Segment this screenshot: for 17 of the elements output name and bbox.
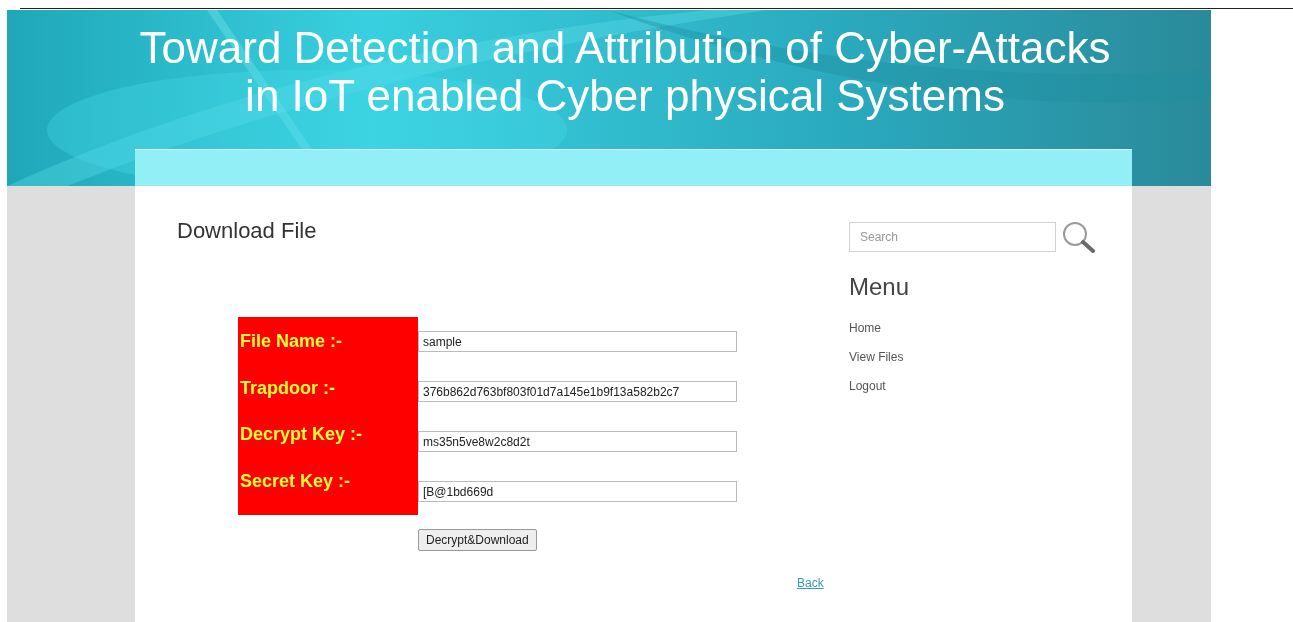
search-field[interactable]: Search [849,222,1056,252]
menu-item[interactable]: View Files [849,350,904,364]
page-heading: Download File [177,218,318,244]
text-field[interactable]: [B@1bd669d [418,481,737,502]
menu-heading: Menu [849,273,910,301]
text-field[interactable]: 376b862d763bf803f01d7a145e1b9f13a582b2c7 [418,381,737,402]
field-label: File Name :- [239,330,344,353]
search-icon[interactable] [1062,221,1096,253]
site-title: Toward Detection and Attribution of Cyber-Attacks in IoT enabled Cyber physical Systems [138,24,1112,120]
text-field[interactable]: ms35n5ve8w2c8d2t [418,431,737,452]
menu-item[interactable]: Logout [849,379,886,393]
decrypt-download-button[interactable]: Decrypt&Download [418,529,537,551]
field-label: Decrypt Key :- [239,423,364,446]
text-field[interactable]: sample [418,331,737,352]
menu-item[interactable]: Home [849,321,881,335]
field-label: Trapdoor :- [239,376,336,400]
field-label: Secret Key :- [239,469,352,493]
